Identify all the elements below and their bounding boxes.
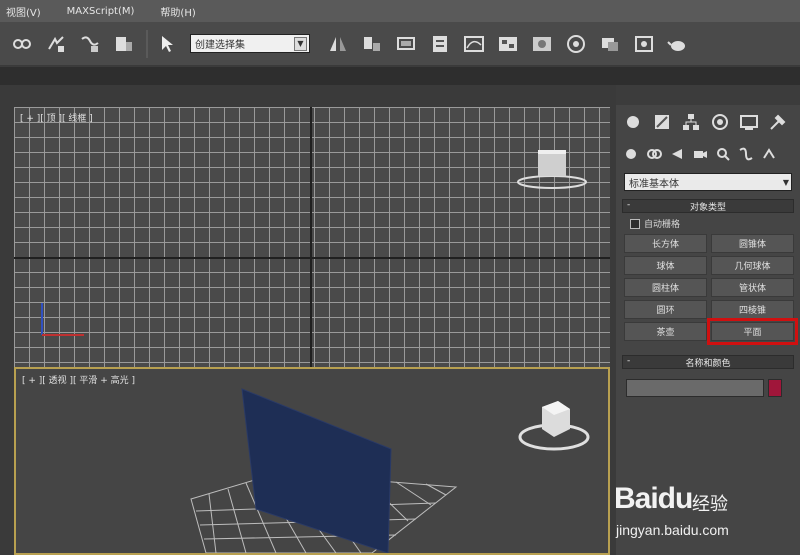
viewport-area: [ + ][ 顶 ][ 线框 ] [+][透视][平滑 + 高光] [0, 85, 616, 555]
collapse-icon: - [627, 200, 631, 210]
collapse-icon: - [627, 356, 631, 366]
named-selection-set-value: 创建选择集 [195, 40, 245, 51]
category-dropdown[interactable]: 标准基本体 ▼ [624, 173, 792, 191]
tube-button[interactable]: 管状体 [711, 278, 794, 297]
render-frame-icon[interactable] [598, 32, 622, 56]
sphere-button[interactable]: 球体 [624, 256, 707, 275]
object-type-buttons: 长方体 圆锥体 球体 几何球体 圆柱体 管状体 圆环 四棱锥 茶壶 平面 [624, 234, 798, 345]
render-production-icon[interactable] [632, 32, 656, 56]
name-color-row [626, 379, 792, 397]
main-toolbar: 创建选择集 ▼ [0, 22, 800, 66]
cone-button[interactable]: 圆锥体 [711, 234, 794, 253]
grid-axis-x [14, 257, 610, 259]
object-type-title: 对象类型 [689, 202, 726, 213]
cameras-icon[interactable] [691, 145, 708, 162]
utilities-tab-icon[interactable] [767, 111, 789, 133]
named-selection-set-dropdown[interactable]: 创建选择集 ▼ [190, 34, 310, 53]
layer-icon[interactable] [394, 32, 418, 56]
toolbar-separator [146, 29, 148, 58]
cylinder-button[interactable]: 圆柱体 [624, 278, 707, 297]
autogrid-label: 自动栅格 [644, 220, 681, 230]
autogrid-checkbox[interactable] [630, 218, 640, 229]
object-name-field[interactable] [626, 379, 764, 397]
baidu-jingyan-watermark: Baidu 经验 jingyan.baidu.com [614, 468, 800, 555]
spacewarps-icon[interactable] [737, 145, 754, 162]
display-tab-icon[interactable] [738, 111, 760, 133]
name-color-title: 名称和颜色 [685, 358, 731, 369]
shapes-icon[interactable] [645, 145, 662, 162]
name-color-rollout-header[interactable]: - 名称和颜色 [622, 355, 794, 369]
align-icon[interactable] [360, 32, 384, 56]
teapot-render-icon[interactable] [666, 32, 690, 56]
render-setup-icon[interactable] [564, 32, 588, 56]
hierarchy-tab-icon[interactable] [680, 111, 702, 133]
systems-icon[interactable] [760, 145, 777, 162]
jingyan-label: 经验 [692, 494, 728, 515]
viewcube-perspective-icon[interactable] [514, 397, 594, 453]
menu-item-help[interactable]: 帮助(H) [160, 4, 195, 19]
select-filter-icon[interactable] [112, 32, 136, 56]
baidu-logo: Baidu [614, 482, 693, 515]
menu-bar: 视图(V) MAXScript(M) 帮助(H) [0, 0, 800, 22]
geometry-icon[interactable] [622, 145, 639, 162]
geosphere-button[interactable]: 几何球体 [711, 256, 794, 275]
lights-icon[interactable] [668, 145, 685, 162]
autogrid-row: 自动栅格 [630, 217, 794, 230]
modify-tab-icon[interactable] [651, 111, 673, 133]
object-color-swatch[interactable] [768, 379, 782, 397]
menu-item-maxscript[interactable]: MAXScript(M) [67, 6, 135, 17]
bind-spacewarp-icon[interactable] [78, 32, 102, 56]
chevron-down-icon: ▼ [782, 177, 789, 187]
box-button[interactable]: 长方体 [624, 234, 707, 253]
name-color-rollout: - 名称和颜色 [622, 355, 794, 397]
helpers-icon[interactable] [714, 145, 731, 162]
curve-editor-icon[interactable] [462, 32, 486, 56]
pyramid-button[interactable]: 四棱锥 [711, 300, 794, 319]
create-tab-icon[interactable] [622, 111, 644, 133]
torus-button[interactable]: 圆环 [624, 300, 707, 319]
link-icon[interactable] [10, 32, 34, 56]
category-dropdown-value: 标准基本体 [629, 178, 679, 190]
teapot-button[interactable]: 茶壶 [624, 322, 707, 341]
unlink-icon[interactable] [44, 32, 68, 56]
select-object-icon[interactable] [156, 32, 180, 56]
object-type-rollout: - 对象类型 自动栅格 长方体 圆锥体 球体 几何球体 圆柱体 管状体 圆环 四… [622, 199, 798, 345]
material-editor-icon[interactable] [530, 32, 554, 56]
motion-tab-icon[interactable] [709, 111, 731, 133]
watermark-url: jingyan.baidu.com [616, 522, 729, 538]
mirror-icon[interactable] [326, 32, 350, 56]
menu-item-view[interactable]: 视图(V) [6, 4, 41, 19]
viewcube-icon[interactable] [514, 142, 594, 192]
top-viewport-label[interactable]: [ + ][ 顶 ][ 线框 ] [20, 111, 93, 124]
schematic-view-icon[interactable] [496, 32, 520, 56]
chevron-down-icon: ▼ [294, 36, 307, 51]
perspective-viewport[interactable]: [ + ][ 透视 ][ 平滑 + 高光 ] [14, 367, 610, 555]
create-category-icons [616, 139, 800, 171]
perspective-viewport-label[interactable]: [ + ][ 透视 ][ 平滑 + 高光 ] [22, 373, 135, 386]
plane-button[interactable]: 平面 [707, 318, 798, 345]
scene-explorer-icon[interactable] [428, 32, 452, 56]
command-panel-tabs [616, 105, 800, 139]
axis-tripod-icon [41, 303, 84, 336]
ribbon-strip [0, 67, 800, 85]
object-type-rollout-header[interactable]: - 对象类型 [622, 199, 794, 213]
